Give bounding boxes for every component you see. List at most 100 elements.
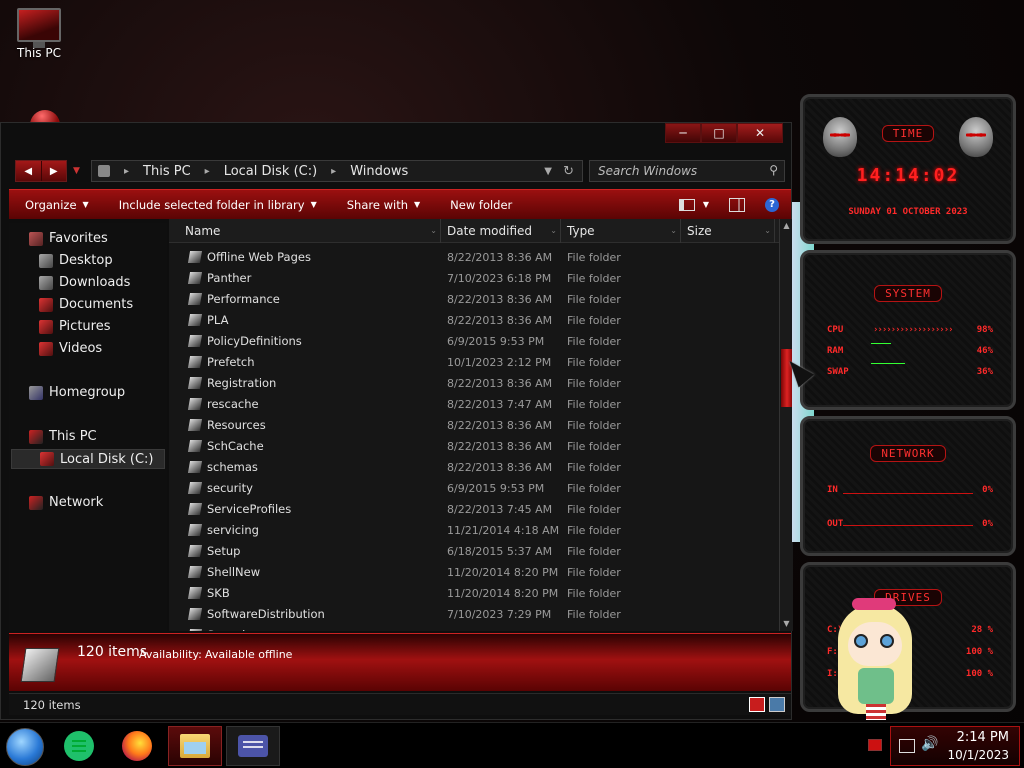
nav-desktop[interactable]: Desktop	[39, 253, 113, 268]
cartoon-character-sticker[interactable]	[834, 598, 916, 722]
column-date[interactable]: Date modified ⌄	[443, 219, 561, 243]
refresh-icon[interactable]: ↻	[563, 164, 574, 179]
search-input[interactable]: Search Windows ⚲	[589, 160, 785, 182]
table-row[interactable]: Prefetch 10/1/2023 2:12 PM File folder	[169, 352, 779, 373]
minimize-button[interactable]: ─	[665, 123, 701, 143]
address-dropdown-icon[interactable]: ▼	[544, 166, 552, 177]
volume-icon[interactable]: 🔊	[921, 736, 938, 752]
chevron-right-icon[interactable]: ▸	[205, 166, 210, 177]
share-with-button[interactable]: Share with ▼	[347, 198, 420, 212]
column-name-label: Name	[185, 224, 221, 238]
nav-this-pc[interactable]: This PC	[29, 429, 97, 444]
taskbar-date[interactable]: 10/1/2023	[947, 748, 1009, 762]
vertical-scrollbar[interactable]: ▲ ▼	[779, 219, 793, 631]
nav-network[interactable]: Network	[29, 495, 103, 510]
new-folder-label: New folder	[450, 197, 513, 212]
file-type: File folder	[567, 398, 621, 411]
chevron-down-icon[interactable]: ⌄	[550, 219, 557, 243]
notes-app-icon	[64, 731, 94, 761]
change-view-button[interactable]: ▼	[678, 198, 709, 211]
organize-button[interactable]: Organize ▼	[25, 198, 89, 212]
large-icons-view-toggle-icon[interactable]	[769, 697, 785, 712]
file-type: File folder	[567, 377, 621, 390]
nav-homegroup[interactable]: Homegroup	[29, 385, 125, 400]
nav-videos[interactable]: Videos	[39, 341, 102, 356]
table-row[interactable]: servicing 11/21/2014 4:18 AM File folder	[169, 520, 779, 541]
preview-pane-icon[interactable]	[729, 197, 745, 212]
nav-downloads[interactable]: Downloads	[39, 275, 130, 290]
table-row[interactable]: SchCache 8/22/2013 8:36 AM File folder	[169, 436, 779, 457]
table-row[interactable]: ServiceProfiles 8/22/2013 7:45 AM File fol…	[169, 499, 779, 520]
nav-pictures[interactable]: Pictures	[39, 319, 110, 334]
column-type[interactable]: Type ⌄	[563, 219, 681, 243]
table-row[interactable]: Resources 8/22/2013 8:36 AM File folder	[169, 415, 779, 436]
network-in-label: IN	[827, 485, 838, 495]
maximize-button[interactable]: □	[701, 123, 737, 143]
table-row[interactable]: ShellNew 11/20/2014 8:20 PM File folder	[169, 562, 779, 583]
chevron-down-icon[interactable]: ⌄	[430, 219, 437, 243]
table-row[interactable]: schemas 8/22/2013 8:36 AM File folder	[169, 457, 779, 478]
breadcrumb[interactable]: ▸ This PC ▸ Local Disk (C:) ▸ Windows ▼ …	[91, 160, 583, 182]
nav-local-disk[interactable]: Local Disk (C:)	[11, 449, 165, 469]
table-row[interactable]: PLA 8/22/2013 8:36 AM File folder	[169, 310, 779, 331]
file-type: File folder	[567, 356, 621, 369]
details-pane: 120 items Availability: Available offlin…	[9, 633, 791, 691]
chevron-right-icon[interactable]: ▸	[331, 166, 336, 177]
status-bar: 120 items	[9, 693, 791, 715]
breadcrumb-this-pc[interactable]: This PC	[143, 164, 191, 179]
ram-value: 46%	[976, 346, 993, 356]
chevron-down-icon[interactable]: ⌄	[764, 219, 771, 243]
column-name[interactable]: Name ⌄	[181, 219, 441, 243]
recent-locations-dropdown[interactable]: ▼	[73, 166, 85, 176]
table-row[interactable]: Performance 8/22/2013 8:36 AM File folder	[169, 289, 779, 310]
table-row[interactable]: SKB 11/20/2014 8:20 PM File folder	[169, 583, 779, 604]
search-icon[interactable]: ⚲	[769, 163, 778, 177]
taskbar-notes-app[interactable]	[52, 726, 106, 766]
explorer-window: ─ □ ✕ ◀ ▶ ▼ ▸ This PC ▸ Local Disk (C:) …	[0, 122, 793, 720]
include-in-library-button[interactable]: Include selected folder in library ▼	[119, 198, 317, 212]
start-button[interactable]	[6, 728, 44, 766]
table-row[interactable]: Speech 8/22/2013 8:36 AM File folder	[169, 625, 779, 631]
table-row[interactable]: security 6/9/2015 9:53 PM File folder	[169, 478, 779, 499]
taskbar-firefox[interactable]	[110, 726, 164, 766]
table-row[interactable]: Offline Web Pages 8/22/2013 8:36 AM File f…	[169, 247, 779, 268]
file-type: File folder	[567, 461, 621, 474]
close-button[interactable]: ✕	[737, 123, 783, 143]
action-center-flag-icon[interactable]	[868, 739, 882, 751]
back-button[interactable]: ◀	[16, 161, 41, 181]
this-pc-desktop-icon[interactable]: This PC	[10, 8, 68, 60]
help-icon[interactable]: ?	[765, 197, 779, 212]
folder-icon	[187, 356, 203, 368]
network-gadget[interactable]: NETWORK IN 0% OUT 0%	[800, 416, 1016, 556]
nav-favorites[interactable]: Favorites	[29, 231, 108, 246]
file-type: File folder	[567, 482, 621, 495]
system-gadget[interactable]: SYSTEM CPU ›››››››››››››››››› 98% RAM 46…	[800, 250, 1016, 410]
breadcrumb-windows[interactable]: Windows	[350, 164, 408, 179]
column-size[interactable]: Size ⌄	[683, 219, 775, 243]
folder-icon	[187, 419, 203, 431]
details-view-toggle-icon[interactable]	[749, 697, 765, 712]
file-rows: Offline Web Pages 8/22/2013 8:36 AM File f…	[169, 247, 779, 631]
table-row[interactable]: Registration 8/22/2013 8:36 AM File folder	[169, 373, 779, 394]
nav-desktop-label: Desktop	[59, 253, 113, 268]
time-gadget[interactable]: TIME 14:14:02 SUNDAY 01 OCTOBER 2023	[800, 94, 1016, 244]
scroll-down-icon[interactable]: ▼	[780, 617, 793, 631]
chevron-right-icon[interactable]: ▸	[124, 166, 129, 177]
table-row[interactable]: SoftwareDistribution 7/10/2023 7:29 PM Fil…	[169, 604, 779, 625]
forward-button[interactable]: ▶	[40, 161, 67, 181]
new-folder-button[interactable]: New folder	[450, 198, 512, 212]
network-tray-icon[interactable]	[899, 739, 915, 753]
chevron-down-icon[interactable]: ⌄	[670, 219, 677, 243]
nav-documents[interactable]: Documents	[39, 297, 133, 312]
taskbar-time[interactable]: 2:14 PM	[957, 730, 1009, 745]
taskbar-file-explorer[interactable]	[168, 726, 222, 766]
table-row[interactable]: rescache 8/22/2013 7:47 AM File folder	[169, 394, 779, 415]
table-row[interactable]: Panther 7/10/2023 6:18 PM File folder	[169, 268, 779, 289]
taskbar-card-app[interactable]	[226, 726, 280, 766]
file-date: 10/1/2023 2:12 PM	[447, 356, 552, 369]
file-date: 8/22/2013 8:36 AM	[447, 314, 553, 327]
table-row[interactable]: Setup 6/18/2015 5:37 AM File folder	[169, 541, 779, 562]
documents-icon	[39, 297, 53, 312]
breadcrumb-local-disk[interactable]: Local Disk (C:)	[224, 164, 317, 179]
table-row[interactable]: PolicyDefinitions 6/9/2015 9:53 PM File fo…	[169, 331, 779, 352]
